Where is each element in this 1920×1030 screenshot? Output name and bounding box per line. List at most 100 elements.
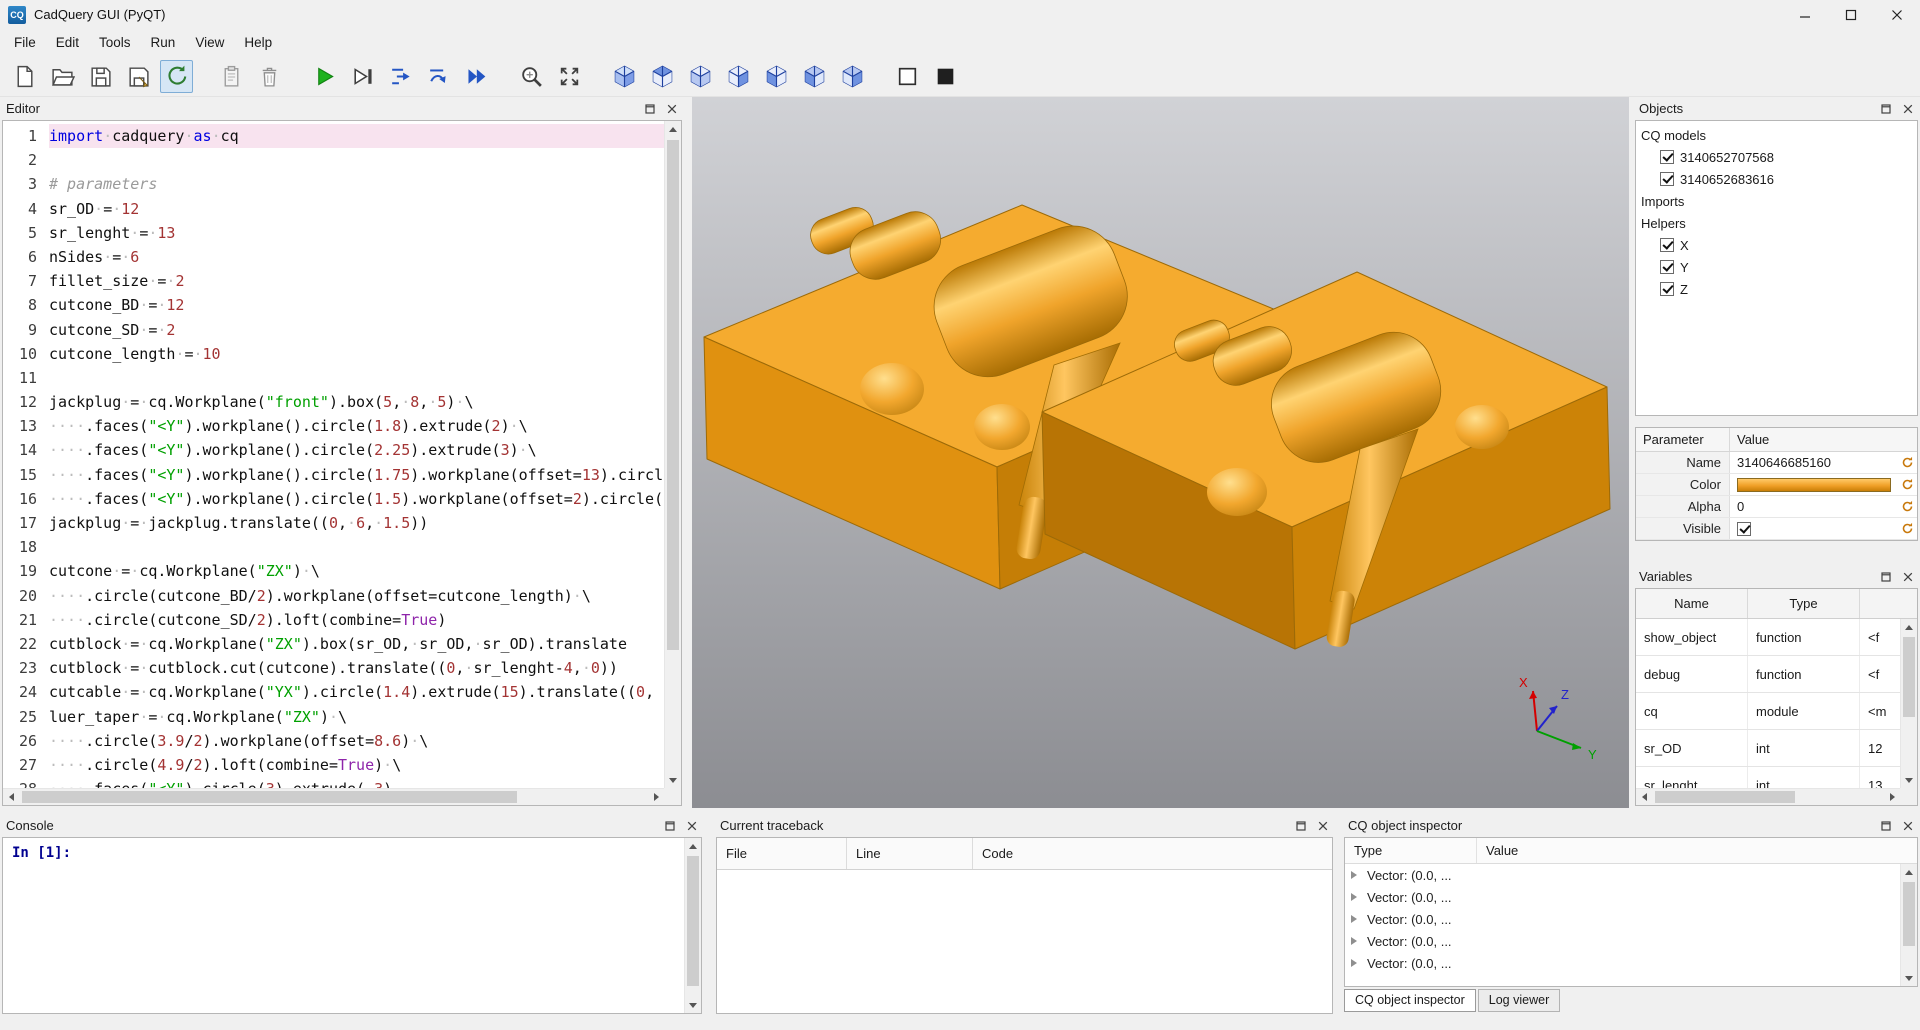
tree-item[interactable]: 3140652683616 [1636,168,1917,190]
expand-arrow-icon[interactable] [1351,871,1361,879]
save-as-button[interactable] [122,60,155,93]
editor-close-icon[interactable] [666,103,678,115]
menu-tools[interactable]: Tools [89,29,141,56]
cq-inspector-col-type[interactable]: Type [1345,838,1477,863]
variables-horizontal-scrollbar[interactable] [1636,788,1900,805]
shaded-button[interactable] [929,60,962,93]
reset-button[interactable] [1897,456,1917,469]
expand-arrow-icon[interactable] [1351,959,1361,967]
expand-arrow-icon[interactable] [1351,937,1361,945]
inspector-row[interactable]: Vector: (0.0, ... [1345,930,1917,952]
editor-vscroll-thumb[interactable] [667,140,679,650]
traceback-close-icon[interactable] [1317,820,1329,832]
variable-row[interactable]: cqmodule<m [1636,693,1917,730]
item-checkbox[interactable] [1660,172,1674,186]
step-button[interactable] [384,60,417,93]
variables-float-icon[interactable] [1880,571,1892,583]
properties-col-parameter[interactable]: Parameter [1636,428,1730,451]
variables-vscroll-thumb[interactable] [1903,637,1915,717]
view-right-button[interactable] [836,60,869,93]
new-file-button[interactable] [8,60,41,93]
minimize-button[interactable] [1782,0,1828,29]
code-editor[interactable]: 1234567891011121314151617181920212223242… [2,120,682,806]
cq-inspector-col-value[interactable]: Value [1477,838,1917,863]
tree-item[interactable]: Y [1636,256,1917,278]
expand-arrow-icon[interactable] [1351,915,1361,923]
cq-inspector-close-icon[interactable] [1902,820,1914,832]
tree-item[interactable]: X [1636,234,1917,256]
item-checkbox[interactable] [1660,238,1674,252]
step-next-button[interactable] [422,60,455,93]
scroll-down-arrow[interactable] [685,997,701,1013]
render-button[interactable] [308,60,341,93]
item-checkbox[interactable] [1660,282,1674,296]
console-vscroll-thumb[interactable] [687,856,699,986]
menu-run[interactable]: Run [141,29,186,56]
property-value-name[interactable]: 3140646685160 [1730,452,1897,473]
editor-horizontal-scrollbar[interactable] [3,788,664,805]
inspector-row[interactable]: Vector: (0.0, ... [1345,952,1917,974]
variables-col-name[interactable]: Name [1636,589,1748,618]
objects-float-icon[interactable] [1880,103,1892,115]
debug-button[interactable] [346,60,379,93]
console-vertical-scrollbar[interactable] [684,838,701,1013]
menu-file[interactable]: File [4,29,46,56]
variables-vertical-scrollbar[interactable] [1900,619,1917,788]
editor-hscroll-thumb[interactable] [22,791,517,803]
reset-button[interactable] [1897,500,1917,513]
editor-vertical-scrollbar[interactable] [664,121,681,788]
color-swatch[interactable] [1737,478,1891,492]
item-checkbox[interactable] [1660,260,1674,274]
reset-button[interactable] [1897,478,1917,491]
reload-button[interactable] [160,60,193,93]
save-button[interactable] [84,60,117,93]
reset-button[interactable] [1897,522,1917,535]
view-front-button[interactable] [722,60,755,93]
variables-hscroll-thumb[interactable] [1655,791,1795,803]
visible-checkbox[interactable] [1737,522,1751,536]
code-text-area[interactable]: import·cadquery·as·cq# parameterssr_OD·=… [49,121,664,788]
traceback-col-file[interactable]: File [717,838,847,869]
menu-edit[interactable]: Edit [46,29,89,56]
cq-inspector-vertical-scrollbar[interactable] [1900,864,1917,986]
view-bottom-button[interactable] [684,60,717,93]
view-top-button[interactable] [646,60,679,93]
scroll-left-arrow[interactable] [3,789,19,805]
scroll-up-arrow[interactable] [685,838,701,854]
scroll-down-arrow[interactable] [665,772,681,788]
scroll-up-arrow[interactable] [1901,864,1917,880]
tree-item[interactable]: 3140652707568 [1636,146,1917,168]
tree-group[interactable]: CQ models [1636,124,1917,146]
traceback-col-code[interactable]: Code [973,838,1332,869]
cq-inspector-vscroll-thumb[interactable] [1903,882,1915,946]
variable-row[interactable]: sr_ODint12 [1636,730,1917,767]
scroll-left-arrow[interactable] [1636,789,1652,805]
zoom-all-button[interactable] [515,60,548,93]
scroll-down-arrow[interactable] [1901,772,1917,788]
continue-button[interactable] [460,60,493,93]
fit-all-button[interactable] [553,60,586,93]
console-area[interactable]: In [1]: [2,837,702,1014]
scroll-right-arrow[interactable] [1884,789,1900,805]
variable-row[interactable]: show_objectfunction<f [1636,619,1917,656]
scroll-right-arrow[interactable] [648,789,664,805]
view-back-button[interactable] [760,60,793,93]
wireframe-button[interactable] [891,60,924,93]
open-file-button[interactable] [46,60,79,93]
inspector-row[interactable]: Vector: (0.0, ... [1345,864,1917,886]
tab-log-viewer[interactable]: Log viewer [1478,989,1560,1012]
traceback-float-icon[interactable] [1295,820,1307,832]
variable-row[interactable]: debugfunction<f [1636,656,1917,693]
objects-close-icon[interactable] [1902,103,1914,115]
console-close-icon[interactable] [686,820,698,832]
properties-col-value[interactable]: Value [1730,428,1897,451]
maximize-button[interactable] [1828,0,1874,29]
clear-button[interactable] [215,60,248,93]
item-checkbox[interactable] [1660,150,1674,164]
tree-group[interactable]: Imports [1636,190,1917,212]
variables-col-type[interactable]: Type [1748,589,1860,618]
scroll-up-arrow[interactable] [665,121,681,137]
inspector-row[interactable]: Vector: (0.0, ... [1345,886,1917,908]
delete-button[interactable] [253,60,286,93]
viewport-3d[interactable]: X Z Y [692,97,1629,808]
